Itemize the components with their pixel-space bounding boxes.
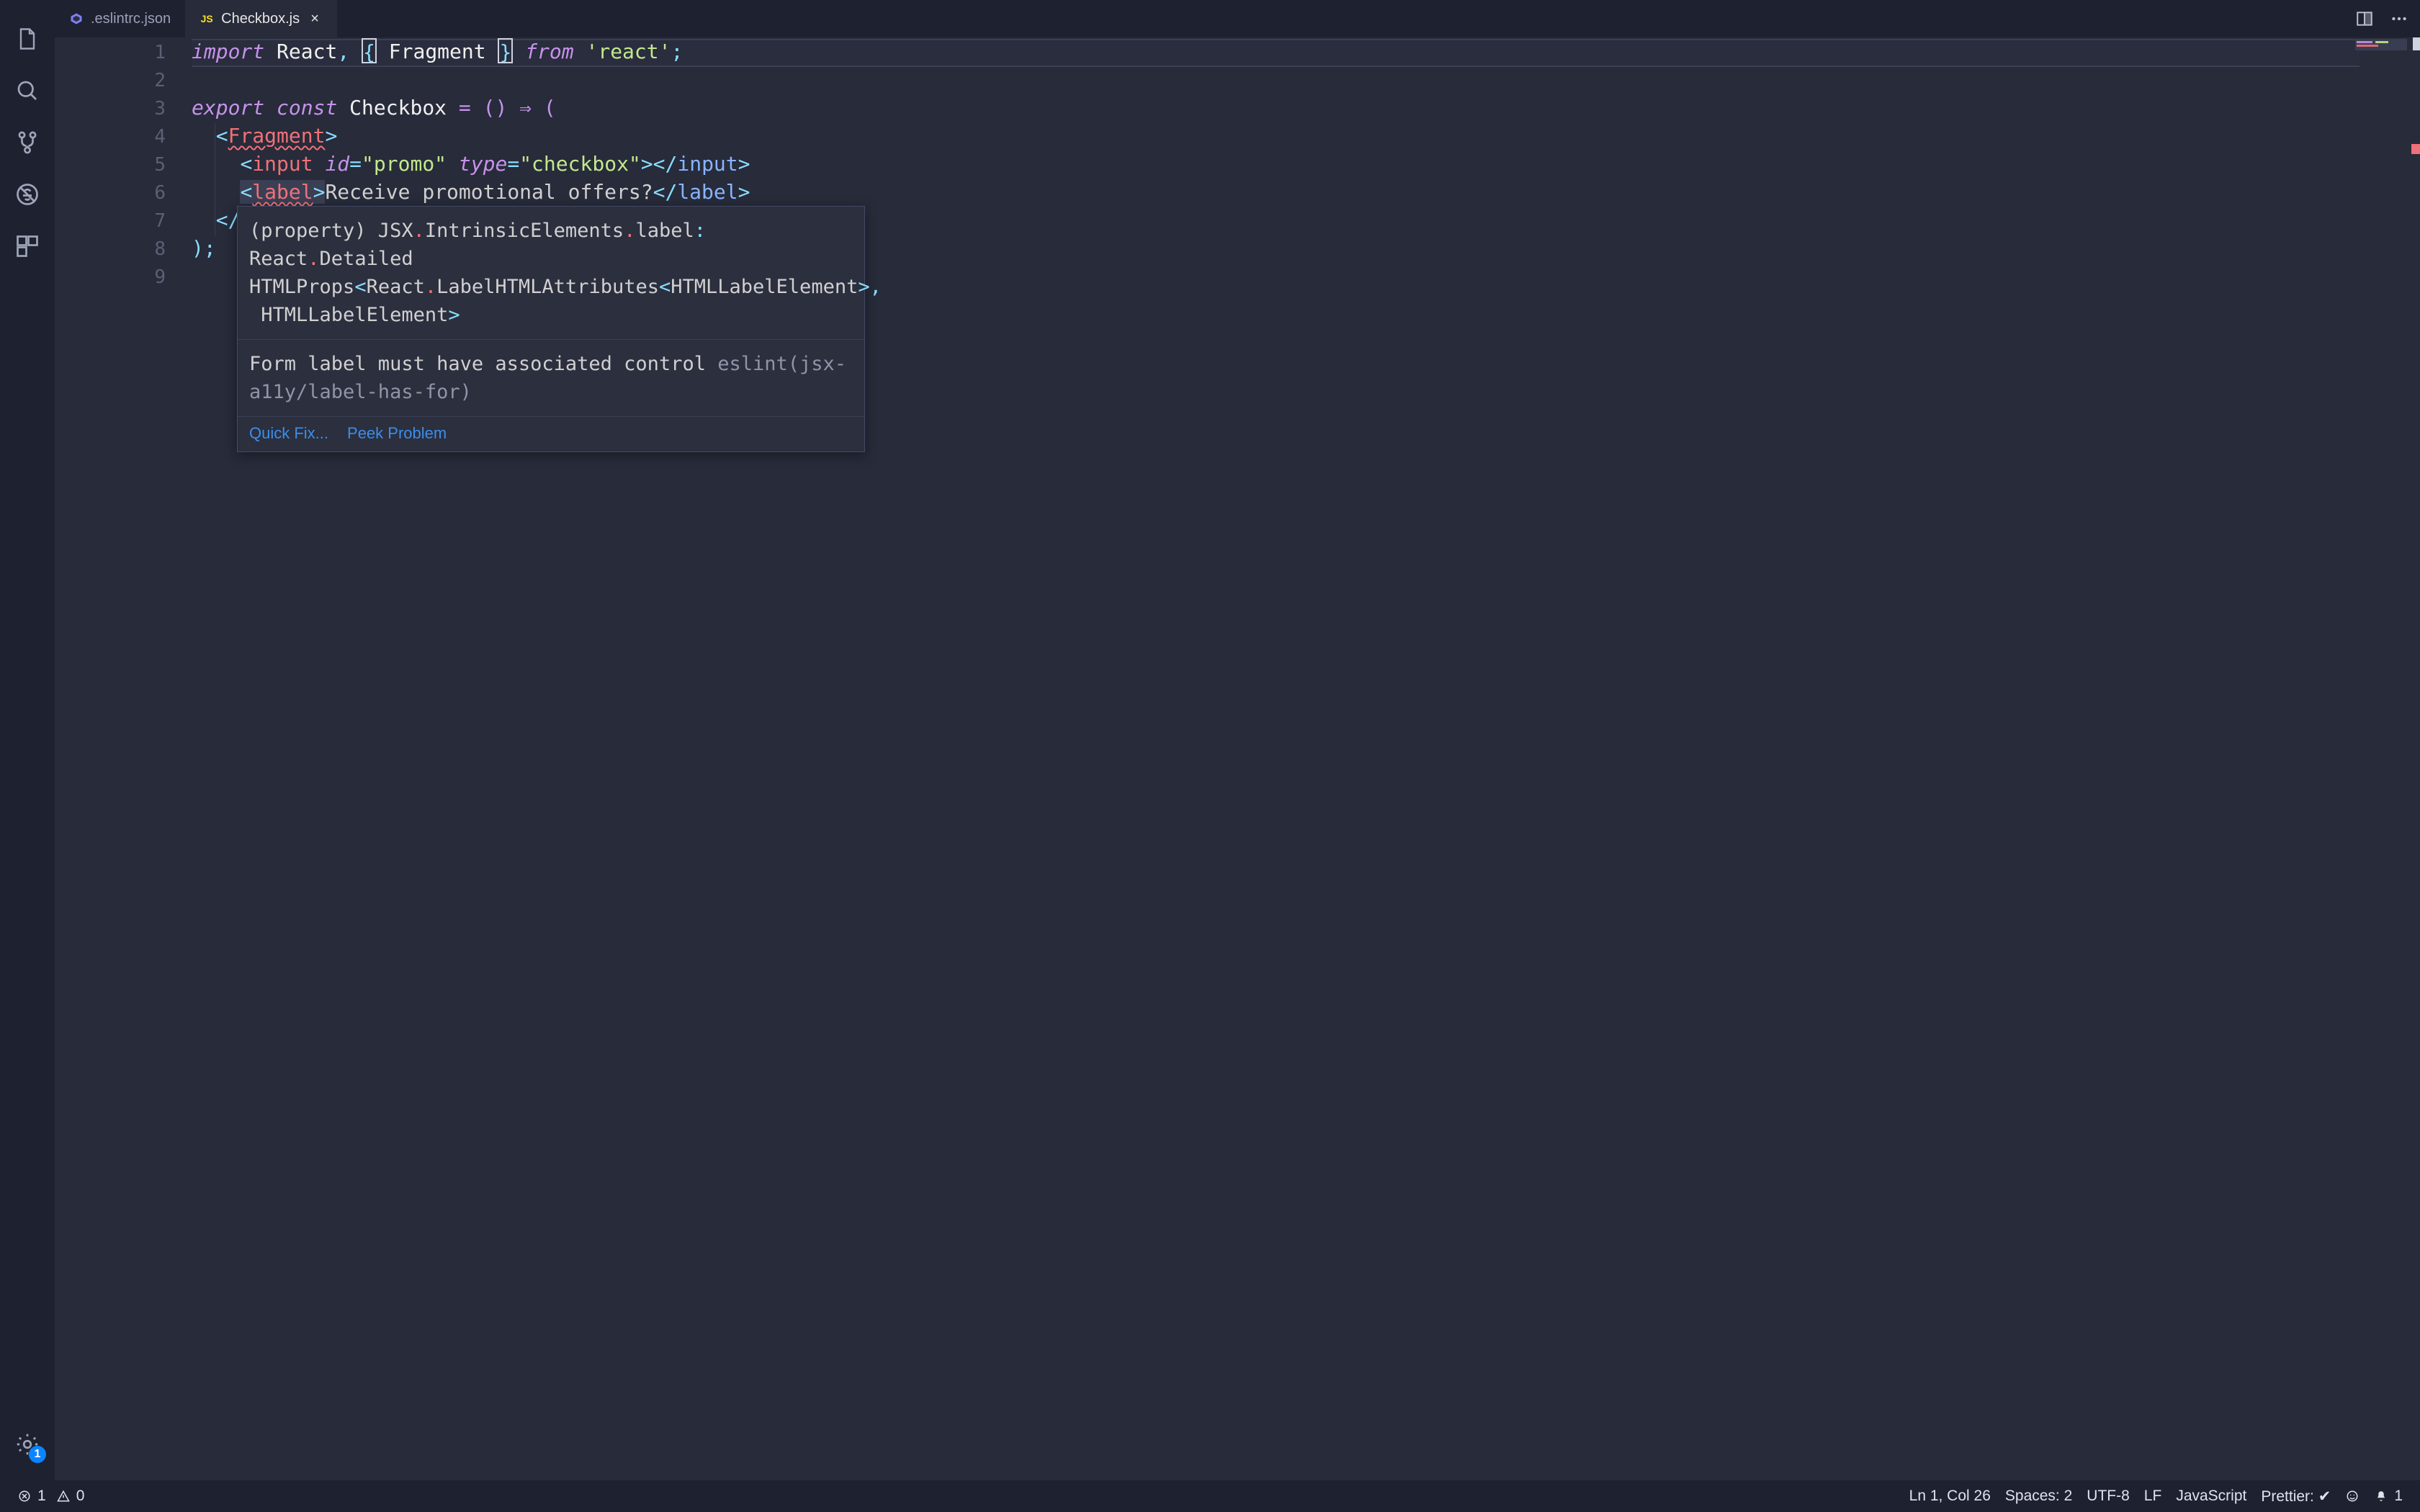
quick-fix-link[interactable]: Quick Fix... bbox=[249, 424, 328, 443]
line-number: 9 bbox=[55, 264, 166, 292]
notification-count: 1 bbox=[2394, 1488, 2403, 1505]
status-prettier[interactable]: Prettier: ✔ bbox=[2254, 1480, 2338, 1512]
code-line: import React, { Fragment } from 'react'; bbox=[192, 37, 2420, 66]
tab-label: Checkbox.js bbox=[221, 11, 300, 27]
hover-actions: Quick Fix... Peek Problem bbox=[238, 417, 864, 451]
minimap[interactable] bbox=[2355, 39, 2407, 50]
line-number: 1 bbox=[55, 39, 166, 67]
line-number: 5 bbox=[55, 151, 166, 179]
hover-type-info: (property) JSX.IntrinsicElements.label: … bbox=[238, 207, 864, 340]
hover-problem-message: Form label must have associated control … bbox=[238, 340, 864, 417]
peek-problem-link[interactable]: Peek Problem bbox=[347, 424, 447, 443]
extensions-icon[interactable] bbox=[12, 230, 43, 262]
debug-disabled-icon[interactable] bbox=[12, 179, 43, 210]
status-problems[interactable]: 1 0 bbox=[10, 1480, 91, 1512]
eslint-file-icon bbox=[69, 12, 84, 26]
line-number: 4 bbox=[55, 123, 166, 151]
status-cursor-position[interactable]: Ln 1, Col 26 bbox=[1902, 1480, 1998, 1512]
line-number: 6 bbox=[55, 179, 166, 207]
status-encoding[interactable]: UTF-8 bbox=[2079, 1480, 2137, 1512]
tabs-row: .eslintrc.json JS Checkbox.js × bbox=[55, 0, 2420, 37]
search-icon[interactable] bbox=[12, 75, 43, 107]
status-notifications[interactable]: 1 bbox=[2367, 1480, 2410, 1512]
error-count: 1 bbox=[37, 1488, 46, 1505]
close-tab-button[interactable]: × bbox=[307, 11, 323, 27]
status-feedback[interactable] bbox=[2338, 1480, 2367, 1512]
line-number: 3 bbox=[55, 95, 166, 123]
more-actions-icon[interactable] bbox=[2390, 9, 2408, 28]
editor-title-actions bbox=[2355, 0, 2420, 37]
line-number: 8 bbox=[55, 235, 166, 264]
code-editor[interactable]: 1 2 3 4 5 6 7 8 9 import React, { Fragme… bbox=[55, 37, 2420, 1480]
line-number: 7 bbox=[55, 207, 166, 235]
overview-ruler[interactable] bbox=[2408, 37, 2420, 1480]
hover-tooltip: (property) JSX.IntrinsicElements.label: … bbox=[237, 206, 865, 452]
code-area[interactable]: import React, { Fragment } from 'react';… bbox=[192, 37, 2420, 1480]
line-number-gutter: 1 2 3 4 5 6 7 8 9 bbox=[55, 37, 192, 1480]
code-line: <label>Receive promotional offers?</labe… bbox=[192, 178, 2420, 206]
activity-bar: 1 bbox=[0, 0, 55, 1480]
status-indentation[interactable]: Spaces: 2 bbox=[1998, 1480, 2079, 1512]
bell-icon bbox=[2374, 1489, 2388, 1503]
code-line: <Fragment> bbox=[192, 122, 2420, 150]
status-bar: 1 0 Ln 1, Col 26 Spaces: 2 UTF-8 LF Java… bbox=[0, 1480, 2420, 1512]
code-line: <input id="promo" type="checkbox"></inpu… bbox=[192, 150, 2420, 178]
settings-gear-icon[interactable]: 1 bbox=[12, 1428, 43, 1460]
explorer-icon[interactable] bbox=[12, 23, 43, 55]
editor-group: .eslintrc.json JS Checkbox.js × 1 2 bbox=[55, 0, 2420, 1480]
line-number: 2 bbox=[55, 67, 166, 95]
tab-checkbox-js[interactable]: JS Checkbox.js × bbox=[185, 0, 337, 37]
tab-label: .eslintrc.json bbox=[91, 11, 171, 27]
status-language[interactable]: JavaScript bbox=[2169, 1480, 2254, 1512]
overview-cursor-marker bbox=[2413, 37, 2420, 50]
error-icon bbox=[17, 1489, 32, 1503]
js-file-icon: JS bbox=[200, 12, 214, 26]
source-control-icon[interactable] bbox=[12, 127, 43, 158]
settings-badge: 1 bbox=[29, 1446, 46, 1463]
warning-count: 0 bbox=[76, 1488, 85, 1505]
code-line: export const Checkbox = () ⇒ ( bbox=[192, 94, 2420, 122]
overview-error-marker bbox=[2411, 144, 2420, 154]
split-editor-icon[interactable] bbox=[2355, 9, 2374, 28]
smiley-icon bbox=[2345, 1489, 2360, 1503]
tab-eslintrc[interactable]: .eslintrc.json bbox=[55, 0, 185, 37]
code-line bbox=[192, 66, 2420, 94]
warning-icon bbox=[56, 1489, 71, 1503]
status-eol[interactable]: LF bbox=[2137, 1480, 2169, 1512]
